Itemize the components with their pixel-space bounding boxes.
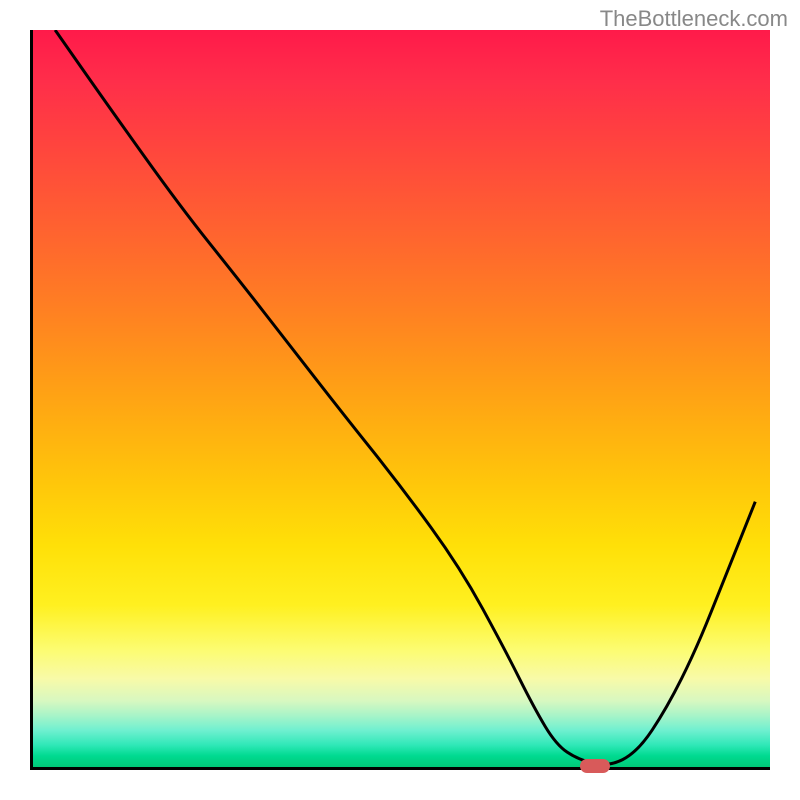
watermark-text: TheBottleneck.com <box>600 6 788 32</box>
curve-line <box>33 30 770 767</box>
curve-path <box>55 30 755 765</box>
bottleneck-marker <box>580 759 610 773</box>
plot-area <box>30 30 770 770</box>
